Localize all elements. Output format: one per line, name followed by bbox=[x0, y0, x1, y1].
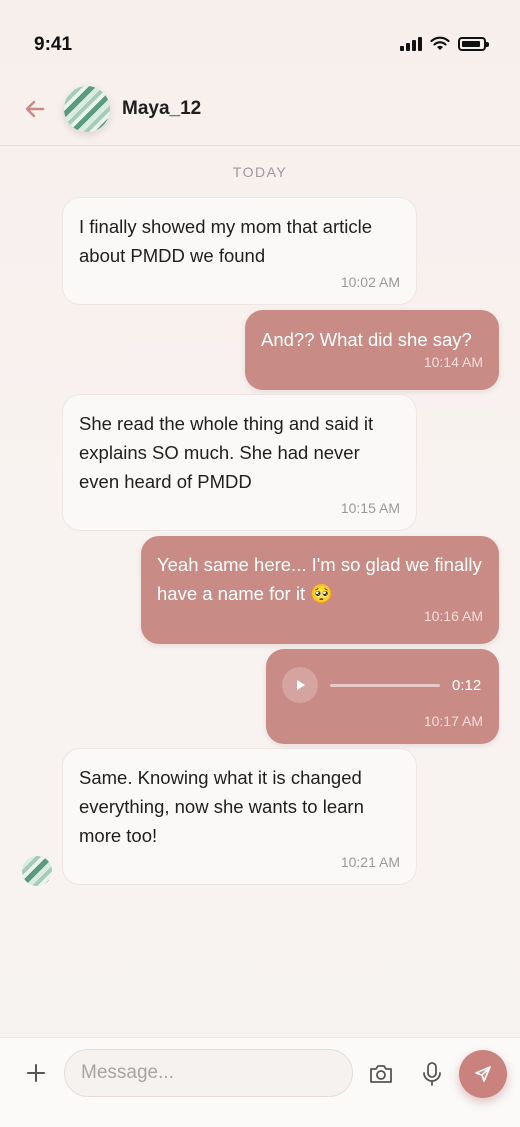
voice-message[interactable]: 0:12 10:17 AM bbox=[266, 649, 499, 744]
message-text: And?? What did she say? bbox=[261, 329, 472, 350]
cellular-signal-icon bbox=[400, 36, 422, 51]
message-time: 10:02 AM bbox=[340, 274, 400, 290]
message-input-bar bbox=[0, 1037, 520, 1127]
message-text: I finally showed my mom that article abo… bbox=[79, 216, 373, 266]
message-time: 10:21 AM bbox=[340, 854, 400, 870]
battery-icon bbox=[458, 36, 489, 51]
message-time: 10:15 AM bbox=[340, 500, 400, 516]
message-incoming[interactable]: I finally showed my mom that article abo… bbox=[62, 197, 417, 305]
message-time: 10:16 AM bbox=[423, 608, 483, 624]
plus-icon[interactable] bbox=[25, 1062, 47, 1084]
voice-duration: 0:12 bbox=[452, 676, 482, 694]
play-icon[interactable] bbox=[282, 667, 318, 703]
message-text: Same. Knowing what it is changed everyth… bbox=[79, 767, 364, 846]
back-arrow-icon[interactable] bbox=[20, 94, 50, 124]
status-icons bbox=[400, 36, 489, 51]
message-text: She read the whole thing and said it exp… bbox=[79, 413, 374, 492]
chat-header: Maya_12 bbox=[0, 80, 520, 146]
contact-avatar[interactable] bbox=[64, 86, 110, 132]
message-incoming[interactable]: Same. Knowing what it is changed everyth… bbox=[62, 748, 417, 885]
message-time: 10:17 AM bbox=[423, 713, 483, 729]
sender-avatar bbox=[22, 856, 52, 886]
send-button[interactable] bbox=[459, 1050, 507, 1098]
message-time: 10:14 AM bbox=[423, 354, 483, 370]
message-text: Yeah same here... I'm so glad we finally… bbox=[157, 554, 482, 604]
message-incoming[interactable]: She read the whole thing and said it exp… bbox=[62, 394, 417, 531]
microphone-icon[interactable] bbox=[418, 1060, 446, 1088]
status-bar: 9:41 bbox=[0, 0, 520, 80]
voice-progress-track[interactable] bbox=[330, 683, 440, 687]
date-separator: TODAY bbox=[232, 164, 288, 180]
message-outgoing[interactable]: And?? What did she say? 10:14 AM bbox=[245, 310, 499, 390]
send-icon bbox=[475, 1066, 491, 1082]
message-input[interactable] bbox=[64, 1049, 353, 1097]
wifi-icon bbox=[430, 36, 450, 50]
message-outgoing[interactable]: Yeah same here... I'm so glad we finally… bbox=[141, 536, 499, 644]
contact-name[interactable]: Maya_12 bbox=[122, 98, 201, 120]
status-time: 9:41 bbox=[34, 34, 73, 55]
voice-player: 0:12 bbox=[282, 667, 483, 703]
camera-icon[interactable] bbox=[367, 1060, 395, 1088]
